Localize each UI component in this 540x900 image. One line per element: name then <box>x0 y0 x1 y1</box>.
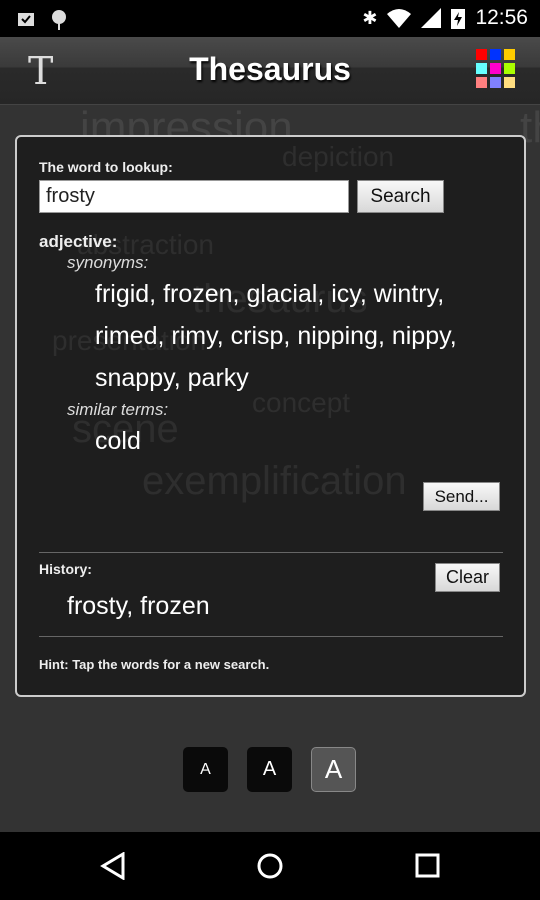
bluetooth-icon: ✱ <box>362 7 378 28</box>
background-word: depiction <box>282 141 395 172</box>
background-word: exemplification <box>142 459 407 503</box>
palette-swatch <box>476 77 487 88</box>
battery-charging-icon <box>451 9 466 29</box>
recents-icon[interactable] <box>415 853 441 879</box>
briefcase-check-icon <box>18 13 34 26</box>
palette-swatch <box>490 77 501 88</box>
history-label: History: <box>39 561 92 577</box>
send-button[interactable]: Send... <box>423 482 500 511</box>
app-title: Thesaurus <box>189 51 351 87</box>
synonyms-label: synonyms: <box>67 253 149 272</box>
back-icon[interactable] <box>100 852 126 880</box>
android-debug-icon <box>52 10 66 30</box>
palette-swatch <box>504 49 515 60</box>
clock: 12:56 <box>475 6 528 29</box>
palette-swatch <box>490 49 501 60</box>
divider <box>39 552 503 553</box>
similar-terms-label: similar terms: <box>67 400 169 419</box>
divider <box>39 636 503 637</box>
search-button[interactable]: Search <box>357 180 444 213</box>
palette-swatch <box>504 63 515 74</box>
font-size-small-button[interactable]: A <box>183 747 228 792</box>
lookup-card: depiction abstraction thesaurus presenta… <box>15 135 526 697</box>
cell-signal-icon <box>421 8 442 28</box>
palette-swatch <box>476 63 487 74</box>
palette-swatch <box>490 63 501 74</box>
font-size-large-button[interactable]: A <box>311 747 356 792</box>
font-size-selector: A A A <box>183 747 356 792</box>
palette-swatch <box>504 77 515 88</box>
app-bar: T Thesaurus <box>0 37 540 105</box>
similar-terms-list[interactable]: cold <box>95 420 505 462</box>
wifi-icon <box>387 9 412 28</box>
palette-swatch <box>476 49 487 60</box>
home-icon[interactable] <box>256 852 284 880</box>
hint-text: Hint: Tap the words for a new search. <box>39 657 270 672</box>
part-of-speech: adjective: <box>39 232 118 251</box>
font-size-medium-button[interactable]: A <box>247 747 292 792</box>
navigation-bar <box>0 832 540 900</box>
history-list[interactable]: frosty, frozen <box>67 585 477 627</box>
word-input[interactable]: frosty <box>39 180 349 213</box>
status-bar: ✱ 12:56 <box>0 0 540 37</box>
synonyms-list[interactable]: frigid, frozen, glacial, icy, wintry, ri… <box>95 273 505 399</box>
lookup-label: The word to lookup: <box>39 159 173 175</box>
theme-palette-button[interactable] <box>476 49 515 88</box>
